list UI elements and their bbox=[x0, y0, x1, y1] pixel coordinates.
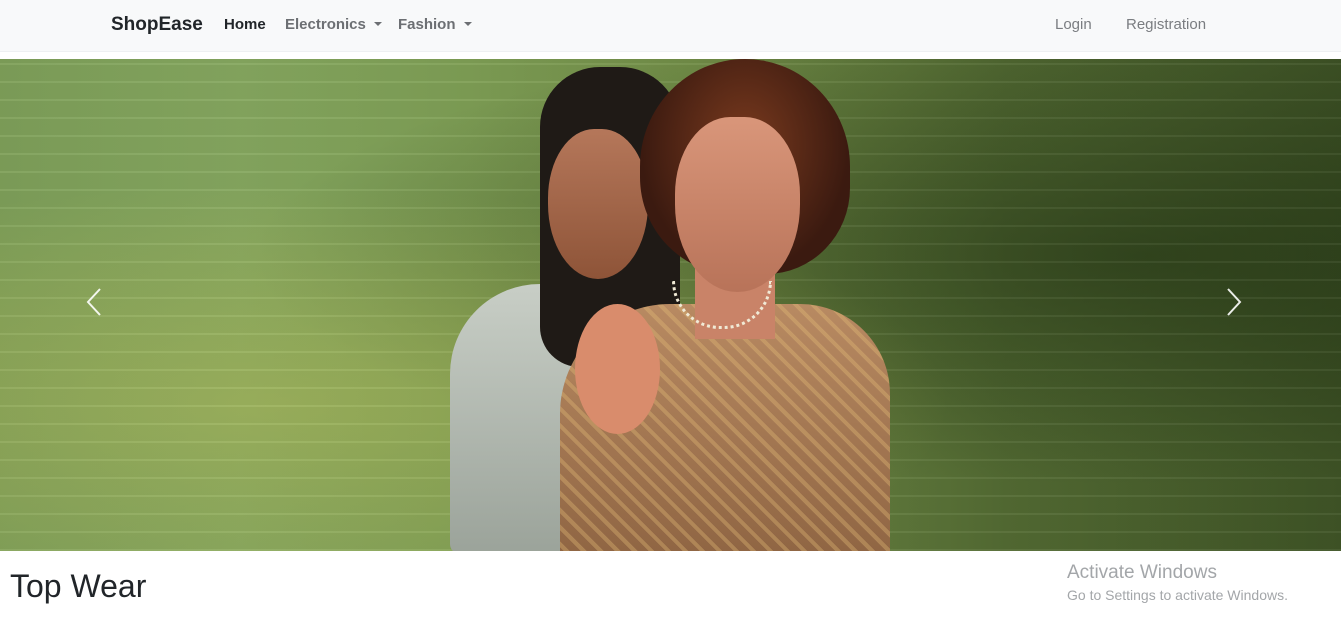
carousel-prev-button[interactable] bbox=[60, 59, 140, 551]
nav-electronics-label: Electronics bbox=[285, 16, 366, 33]
caret-down-icon bbox=[463, 22, 472, 26]
activate-windows-subtitle: Go to Settings to activate Windows. bbox=[1067, 587, 1288, 603]
nav-login[interactable]: Login bbox=[1055, 16, 1092, 33]
nav-fashion-label: Fashion bbox=[398, 16, 456, 33]
chevron-right-icon bbox=[1227, 288, 1242, 316]
top-navbar: ShopEase Home Electronics Fashion Login … bbox=[0, 0, 1341, 52]
nav-electronics-dropdown[interactable]: Electronics bbox=[285, 16, 382, 33]
brand-logo[interactable]: ShopEase bbox=[111, 14, 203, 36]
nav-registration[interactable]: Registration bbox=[1126, 16, 1206, 33]
carousel-next-button[interactable] bbox=[1200, 59, 1280, 551]
hero-carousel bbox=[0, 59, 1341, 551]
chevron-left-icon bbox=[86, 288, 101, 316]
caret-down-icon bbox=[373, 22, 382, 26]
activate-windows-title: Activate Windows bbox=[1067, 562, 1217, 583]
section-title: Top Wear bbox=[10, 568, 147, 604]
nav-fashion-dropdown[interactable]: Fashion bbox=[398, 16, 472, 33]
nav-home[interactable]: Home bbox=[224, 16, 266, 33]
